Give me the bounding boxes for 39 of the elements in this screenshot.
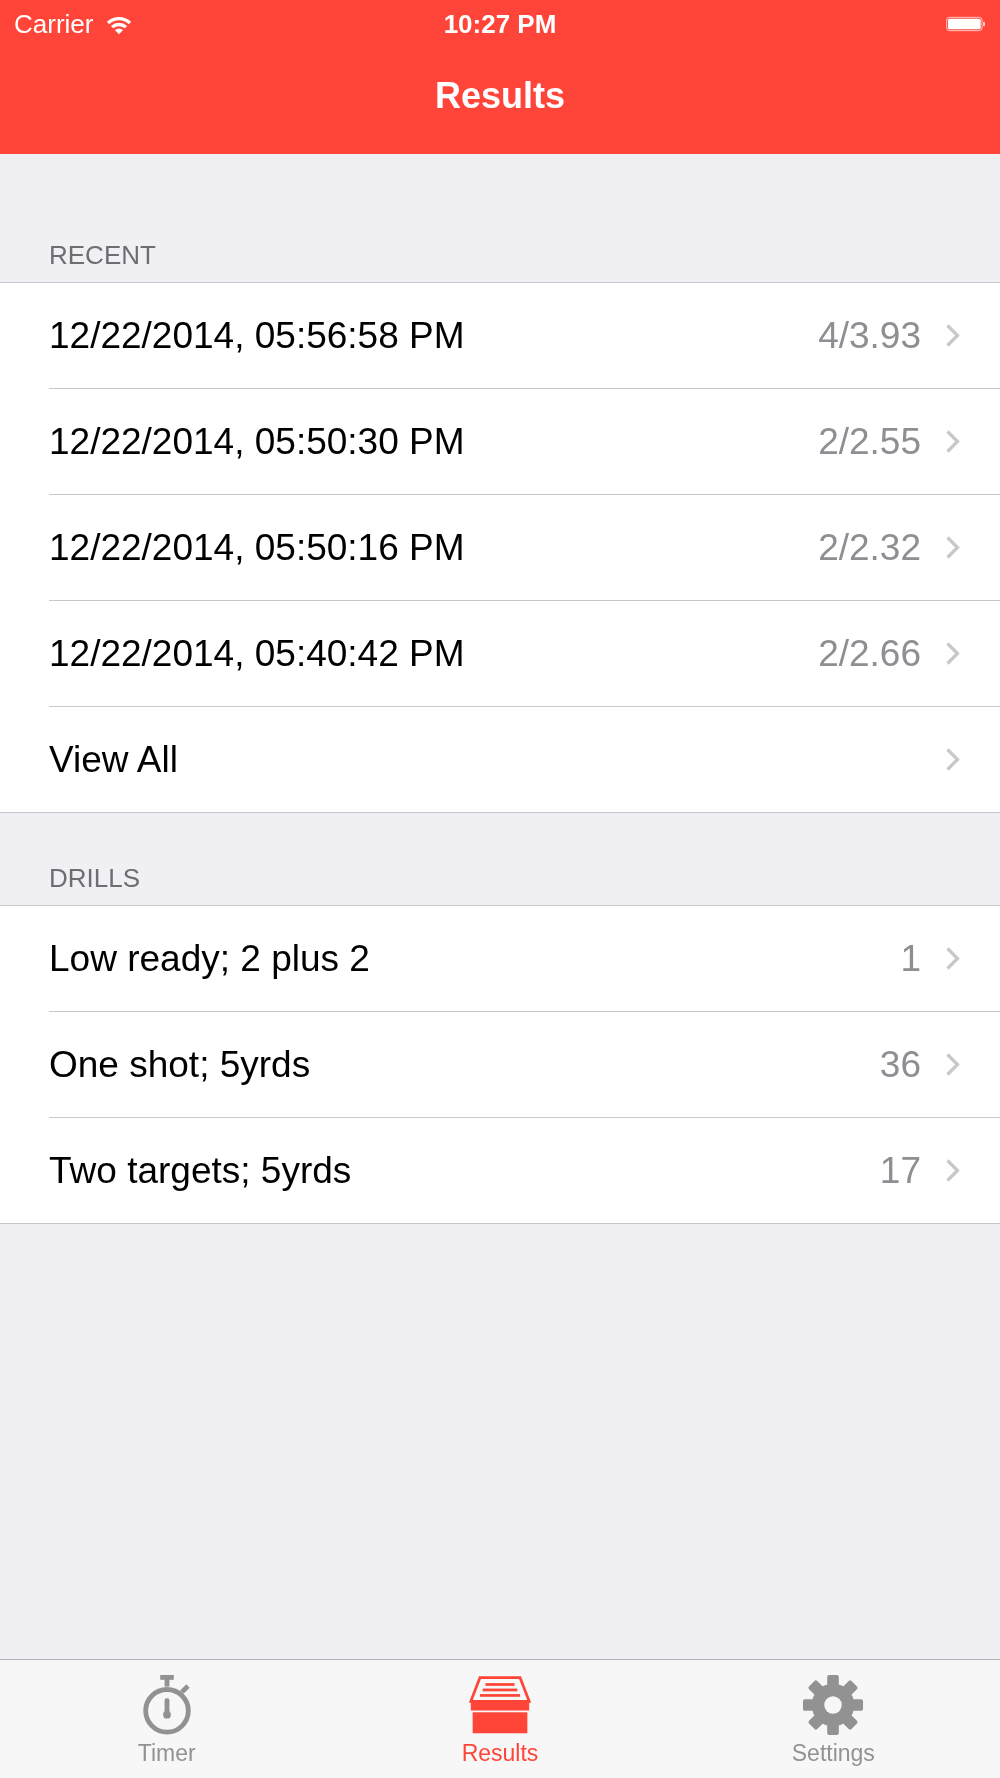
chevron-icon bbox=[945, 946, 960, 971]
row-detail: 2/2.66 bbox=[818, 632, 921, 675]
settings-icon bbox=[802, 1674, 865, 1736]
row-label: Low ready; 2 plus 2 bbox=[49, 937, 370, 980]
row-detail: 17 bbox=[879, 1149, 921, 1192]
row-label: 12/22/2014, 05:50:16 PM bbox=[49, 526, 465, 569]
table-row[interactable]: View All bbox=[0, 706, 1000, 812]
chevron-icon bbox=[945, 641, 960, 666]
table-row[interactable]: 12/22/2014, 05:50:16 PM 2/2.32 bbox=[0, 494, 1000, 600]
row-label: One shot; 5yrds bbox=[49, 1043, 311, 1086]
row-label: Two targets; 5yrds bbox=[49, 1149, 352, 1192]
row-detail: 4/3.93 bbox=[818, 314, 921, 357]
inbox-tray-icon bbox=[469, 1674, 531, 1736]
table-row[interactable]: One shot; 5yrds 36 bbox=[0, 1011, 1000, 1117]
status-time: 10:27 PM bbox=[443, 8, 557, 40]
section-header: RECENT bbox=[48, 239, 157, 272]
chevron-icon bbox=[945, 747, 960, 772]
row-detail: 36 bbox=[879, 1043, 921, 1086]
row-label: View All bbox=[49, 738, 178, 781]
row-detail: 2/2.32 bbox=[818, 526, 921, 569]
chevron-icon bbox=[945, 429, 960, 454]
table-row[interactable]: 12/22/2014, 05:40:42 PM 2/2.66 bbox=[0, 600, 1000, 706]
chevron-icon bbox=[945, 1158, 960, 1183]
chevron-icon bbox=[945, 323, 960, 348]
row-label: 12/22/2014, 05:50:30 PM bbox=[49, 420, 465, 463]
row-label: 12/22/2014, 05:40:42 PM bbox=[49, 632, 465, 675]
table-row[interactable]: 12/22/2014, 05:50:30 PM 2/2.55 bbox=[0, 388, 1000, 494]
row-label: 12/22/2014, 05:56:58 PM bbox=[49, 314, 465, 357]
row-detail: 2/2.55 bbox=[818, 420, 921, 463]
carrier-label: Carrier bbox=[14, 8, 94, 40]
battery-icon bbox=[946, 16, 986, 32]
table-row[interactable]: Low ready; 2 plus 2 1 bbox=[0, 906, 1000, 1011]
table-row[interactable]: 12/22/2014, 05:56:58 PM 4/3.93 bbox=[0, 283, 1000, 388]
screen-title: Results bbox=[434, 74, 565, 118]
section-header: DRILLS bbox=[48, 862, 142, 895]
table-row[interactable]: Two targets; 5yrds 17 bbox=[0, 1117, 1000, 1223]
row-detail: 1 bbox=[900, 937, 921, 980]
chevron-icon bbox=[945, 1052, 960, 1077]
chevron-icon bbox=[945, 535, 960, 560]
